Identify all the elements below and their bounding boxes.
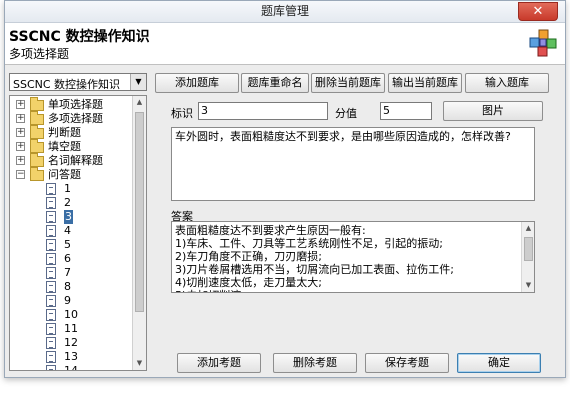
tree-item-label: 9 [64,294,71,307]
scroll-up-icon[interactable]: ▲ [133,96,146,109]
scroll-down-icon[interactable]: ▼ [133,357,146,370]
document-icon [46,295,56,307]
document-icon [46,337,56,349]
export-bank-button[interactable]: 输出当前题库 [388,73,462,93]
tree-category-label: 单项选择题 [48,98,103,111]
tree-item-label: 6 [64,252,71,265]
tree-scrollbar[interactable]: ▲ ▼ [132,96,146,370]
add-bank-button[interactable]: 添加题库 [155,73,239,93]
ok-button[interactable]: 确定 [457,353,541,373]
close-button[interactable]: ✕ [518,2,558,21]
question-textarea[interactable]: 车外圆时，表面粗糙度达不到要求，是由哪些原因造成的，怎样改善? [171,127,535,201]
expand-icon[interactable]: + [16,100,25,109]
tree-category-label: 填空题 [48,140,81,153]
tree-item-label: 11 [64,322,78,335]
document-icon [46,323,56,335]
tree-item-label: 8 [64,280,71,293]
rename-bank-button[interactable]: 题库重命名 [241,73,309,93]
expand-icon[interactable]: + [16,142,25,151]
answer-line: 表面粗糙度达不到要求产生原因一般有: [175,224,366,237]
delete-bank-button[interactable]: 删除当前题库 [311,73,385,93]
image-button[interactable]: 图片 [443,101,543,121]
tree-item-label: 10 [64,308,78,321]
tree-item-label: 7 [64,266,71,279]
close-icon: ✕ [532,4,544,19]
folder-icon [30,125,44,139]
folder-icon [30,139,44,153]
folder-icon [30,167,44,181]
header-subtitle: 多项选择题 [9,47,70,61]
expand-icon[interactable]: + [16,156,25,165]
answer-scrollbar[interactable]: ▲ ▼ [521,222,534,292]
document-icon [46,183,56,195]
title-bar[interactable]: 题库管理 ✕ [5,1,565,23]
window-title: 题库管理 [260,4,309,18]
tree-item-label: 1 [64,182,71,195]
answer-line: 4)切削速度太低，走刀量太大; [175,276,322,289]
tree-category-label: 多项选择题 [48,112,103,125]
folder-icon [30,153,44,167]
folder-icon [30,111,44,125]
expand-icon[interactable]: + [16,114,25,123]
document-icon [46,211,56,223]
answer-textarea[interactable]: 表面粗糙度达不到要求产生原因一般有: 1)车床、工件、刀具等工艺系统刚性不足，引起… [171,221,535,293]
header-title: SSCNC 数控操作知识 [9,29,150,45]
delete-question-button[interactable]: 删除考题 [273,353,357,373]
score-label: 分值 [335,107,357,120]
tree-category-label: 问答题 [48,168,81,181]
save-question-button[interactable]: 保存考题 [365,353,449,373]
folder-icon [30,97,44,111]
tree-category-label: 判断题 [48,126,81,139]
import-bank-button[interactable]: 输入题库 [465,73,549,93]
header-banner: SSCNC 数控操作知识 多项选择题 [5,23,565,65]
question-tree[interactable]: + 单项选择题 + 多项选择题 + 判断题 + 填空题 + 名词解释题 − 问答题 1 2 3 4 5 6 7 8 9 1… [9,95,147,371]
document-icon [46,309,56,321]
category-select[interactable]: SSCNC 数控操作知识 ▼ [9,73,147,91]
tree-item-label: 14 [64,364,78,371]
document-icon [46,225,56,237]
id-input[interactable]: 3 [198,102,328,120]
answer-line: 1)车床、工件、刀具等工艺系统刚性不足，引起的振动; [175,237,443,250]
document-icon [46,281,56,293]
collapse-icon[interactable]: − [16,170,25,179]
question-bank-window: 题库管理 ✕ SSCNC 数控操作知识 多项选择题 SSCNC 数控操作知识 ▼… [4,0,566,378]
app-logo-icon [529,29,557,57]
tree-item-label: 12 [64,336,78,349]
scroll-up-icon[interactable]: ▲ [522,222,534,235]
question-text: 车外圆时，表面粗糙度达不到要求，是由哪些原因造成的，怎样改善? [175,130,511,143]
answer-line: 5)未加切削液。 [175,289,531,292]
scroll-down-icon[interactable]: ▼ [522,279,534,292]
tree-item-label: 13 [64,350,78,363]
tree-item-label: 3 [64,210,73,224]
document-icon [46,239,56,251]
document-icon [46,253,56,265]
add-question-button[interactable]: 添加考题 [177,353,261,373]
category-select-value: SSCNC 数控操作知识 [13,78,121,91]
tree-item-label: 4 [64,224,71,237]
answer-line: 2)车刀角度不正确，刀刃磨损; [175,250,322,263]
answer-line: 3)刀片卷屑槽选用不当，切屑流向已加工表面、拉伤工件; [175,263,454,276]
tree-scroll-thumb[interactable] [135,112,144,312]
document-icon [46,197,56,209]
id-label: 标识 [171,107,193,120]
tree-item-label: 2 [64,196,71,209]
document-icon [46,267,56,279]
tree-category-label: 名词解释题 [48,154,103,167]
score-input[interactable]: 5 [380,102,432,120]
answer-scroll-thumb[interactable] [524,237,533,261]
tree-item-label: 5 [64,238,71,251]
chevron-down-icon[interactable]: ▼ [130,74,146,90]
expand-icon[interactable]: + [16,128,25,137]
document-icon [46,365,56,370]
document-icon [46,351,56,363]
